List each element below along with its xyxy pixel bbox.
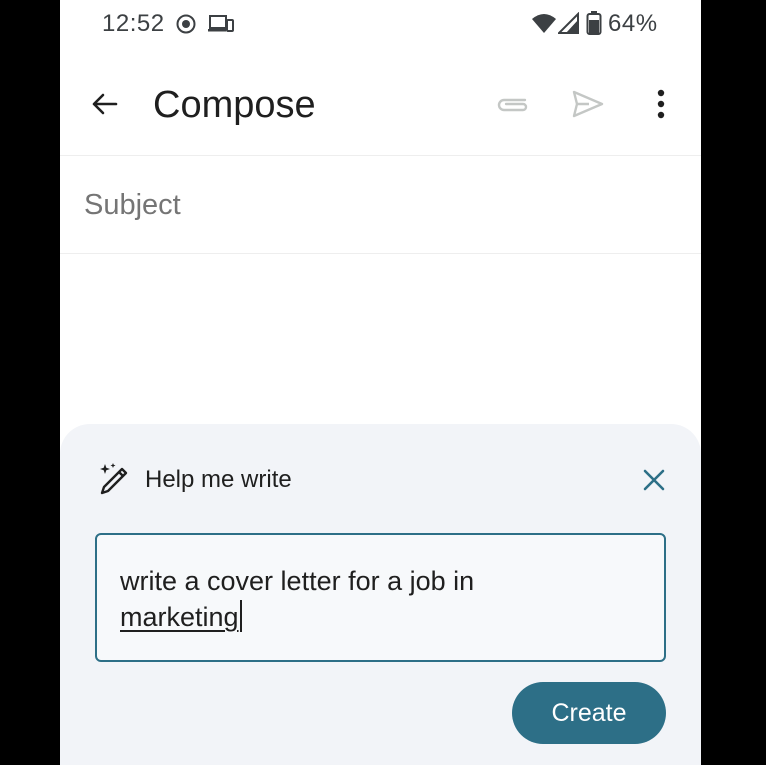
cast-device-icon (208, 13, 234, 40)
prompt-line-1: write a cover letter for a job in (120, 566, 475, 596)
sheet-title: Help me write (145, 466, 292, 493)
battery-percent: 64% (608, 10, 658, 37)
subject-input[interactable] (84, 185, 674, 225)
status-bar: 12:52 64% (60, 0, 701, 50)
prompt-input[interactable]: write a cover letter for a job in market… (95, 533, 666, 662)
send-icon (571, 89, 605, 124)
more-vert-icon (656, 89, 666, 124)
cellular-signal-icon (556, 11, 580, 39)
record-icon (175, 13, 197, 40)
top-app-bar: Compose (60, 60, 701, 156)
page-title: Compose (153, 84, 316, 126)
help-me-write-sheet: Help me write write a cover letter for a… (60, 424, 701, 765)
back-arrow-icon (90, 90, 118, 123)
prompt-text: write a cover letter for a job in market… (120, 563, 640, 635)
create-button[interactable]: Create (512, 682, 666, 744)
wifi-icon (531, 12, 557, 39)
battery-icon (586, 11, 602, 40)
attach-button[interactable] (489, 82, 537, 130)
subject-row (60, 157, 701, 254)
more-options-button[interactable] (637, 82, 685, 130)
magic-pen-icon (96, 462, 132, 498)
text-caret (239, 600, 242, 632)
close-button[interactable] (632, 460, 676, 504)
prompt-line-2: marketing (120, 602, 239, 632)
phone-screen: 12:52 64% Compose Subject Help me write … (60, 0, 701, 765)
back-button[interactable] (80, 82, 128, 130)
send-button[interactable] (564, 82, 612, 130)
attach-icon (495, 92, 531, 121)
close-icon (643, 469, 665, 496)
status-time: 12:52 (102, 10, 165, 37)
